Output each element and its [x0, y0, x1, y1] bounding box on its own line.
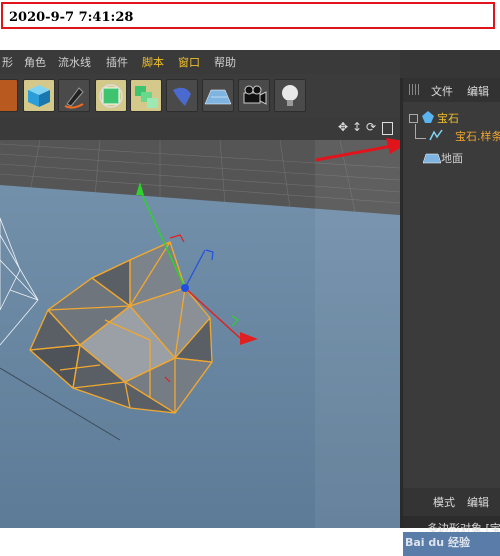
- attr-object-label: 多边形对象 [宝: [427, 522, 500, 532]
- tab-edit[interactable]: 编辑: [467, 83, 489, 99]
- menu-bar: 形 角色 流水线 插件 脚本 窗口 帮助: [0, 50, 400, 74]
- grip-icon: [409, 84, 420, 95]
- camera-tool-icon[interactable]: [238, 79, 270, 112]
- rotate-view-icon[interactable]: ⟳: [366, 120, 376, 134]
- menu-item-help[interactable]: 帮助: [214, 54, 236, 70]
- viewport[interactable]: [0, 140, 400, 528]
- light-tool-icon[interactable]: [274, 79, 306, 112]
- array-tool-icon[interactable]: [130, 79, 162, 112]
- tab-mode[interactable]: 模式: [433, 494, 455, 510]
- object-manager-panel: 文件 编辑 宝石 宝石.样条 地面 模式 编辑: [400, 78, 500, 528]
- menu-item-pipeline[interactable]: 流水线: [58, 54, 91, 70]
- floor-tool-icon[interactable]: [202, 79, 234, 112]
- gem-object-icon: [422, 111, 434, 123]
- tree-connector: [415, 124, 426, 139]
- menu-item-shape[interactable]: 形: [2, 54, 13, 70]
- watermark: Bai du 经验: [405, 536, 470, 549]
- cube-tool-icon[interactable]: [23, 79, 55, 112]
- dolly-view-icon[interactable]: ↕: [352, 120, 362, 134]
- object-item-gem-spline[interactable]: 宝石.样条: [455, 128, 500, 144]
- deformer-tool-icon[interactable]: [166, 79, 198, 112]
- floor-object-icon: [423, 153, 441, 164]
- tab-attr-edit[interactable]: 编辑: [467, 494, 489, 510]
- object-item-gem[interactable]: 宝石: [437, 110, 459, 126]
- toolbar: [0, 74, 400, 119]
- object-manager-tabs: 文件 编辑: [403, 78, 500, 102]
- pen-tool-icon[interactable]: [58, 79, 90, 112]
- timestamp-text: 2020-9-7 7:41:28: [9, 10, 134, 25]
- spline-object-icon: [429, 129, 443, 141]
- timestamp-bar: 2020-9-7 7:41:28: [0, 0, 500, 50]
- menu-item-window[interactable]: 窗口: [178, 54, 200, 70]
- menu-item-plugins[interactable]: 插件: [106, 54, 128, 70]
- move-view-icon[interactable]: ✥: [338, 120, 348, 134]
- cinema4d-window: 形 角色 流水线 插件 脚本 窗口 帮助 ✥ ↕ ⟳ 文件 编辑 宝石 宝石.样…: [0, 50, 500, 556]
- menu-item-character[interactable]: 角色: [24, 54, 46, 70]
- subdivision-tool-icon[interactable]: [95, 79, 127, 112]
- tab-file[interactable]: 文件: [431, 83, 453, 99]
- attr-object-row: 多边形对象 [宝: [403, 520, 500, 532]
- collapse-toggle-icon[interactable]: [409, 114, 418, 123]
- maximize-view-icon[interactable]: [382, 122, 393, 135]
- gear-tool-icon[interactable]: [0, 79, 18, 112]
- object-item-floor[interactable]: 地面: [441, 150, 463, 166]
- menu-item-script[interactable]: 脚本: [142, 54, 164, 70]
- timestamp-box: 2020-9-7 7:41:28: [1, 2, 495, 29]
